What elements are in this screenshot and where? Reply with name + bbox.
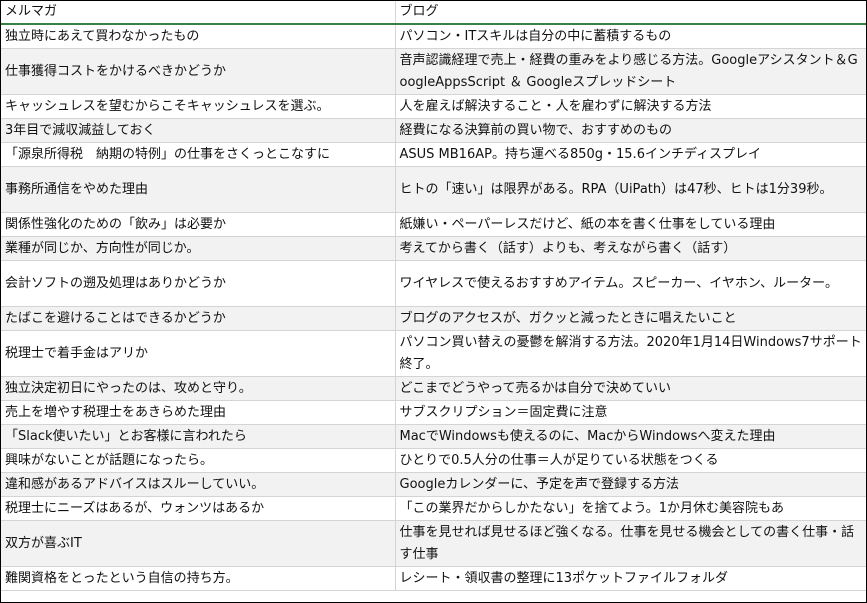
cell-mailmag[interactable]: 難関資格をとったという自信の持ち方。	[1, 566, 396, 591]
table-row: キャッシュレスを望むからこそキャッシュレスを選ぶ。 人を雇えば解決すること・人を…	[1, 94, 866, 119]
cell-blog[interactable]: 仕事を見せれば見せるほど強くなる。仕事を見せる機会としての書く仕事・話す仕事	[395, 520, 866, 567]
table-row: 事務所通信をやめた理由 ヒトの「速い」は限界がある。RPA（UiPath）は47…	[1, 166, 866, 213]
spreadsheet: メルマガ ブログ 独立時にあえて買わなかったもの パソコン・ITスキルは自分の中…	[0, 0, 867, 603]
cell-mailmag[interactable]: たばこを避けることはできるかどうか	[1, 306, 396, 331]
table-row: 3年目で減収減益しておく 経費になる決算前の買い物で、おすすめのもの	[1, 118, 866, 143]
cell-mailmag[interactable]: キャッシュレスを望むからこそキャッシュレスを選ぶ。	[1, 94, 396, 119]
cell-mailmag[interactable]: 独立時にあえて買わなかったもの	[1, 24, 396, 49]
cell-blog[interactable]: 「この業界だからしかたない」を捨てよう。1か月休む美容院もあ	[395, 496, 866, 521]
cell-mailmag[interactable]: 違和感があるアドバイスはスルーしていい。	[1, 472, 396, 497]
table-row: 売上を増やす税理士をあきらめた理由 サブスクリプション＝固定費に注意	[1, 400, 866, 425]
cell-blog[interactable]: ひとりで0.5人分の仕事＝人が足りている状態をつくる	[395, 448, 866, 473]
cell-blog[interactable]: ASUS MB16AP。持ち運べる850g・15.6インチディスプレイ	[395, 142, 866, 167]
cell-blog[interactable]: Googleカレンダーに、予定を声で登録する方法	[395, 472, 866, 497]
table-row: 関係性強化のための「飲み」は必要か 紙嫌い・ペーパーレスだけど、紙の本を書く仕事…	[1, 212, 866, 237]
cell-blog[interactable]: 音声認識経理で売上・経費の重みをより感じる方法。Googleアシスタント＆Goo…	[395, 48, 866, 95]
table-row: 「源泉所得税 納期の特例」の仕事をさくっとこなすに ASUS MB16AP。持ち…	[1, 142, 866, 167]
table-row: 違和感があるアドバイスはスルーしていい。 Googleカレンダーに、予定を声で登…	[1, 472, 866, 497]
cell-blog[interactable]: レシート・領収書の整理に13ポケットファイルフォルダ	[395, 566, 866, 591]
data-table: メルマガ ブログ 独立時にあえて買わなかったもの パソコン・ITスキルは自分の中…	[1, 1, 866, 591]
cell-blog[interactable]: パソコン買い替えの憂鬱を解消する方法。2020年1月14日Windows7サポー…	[395, 330, 866, 377]
cell-mailmag[interactable]: 関係性強化のための「飲み」は必要か	[1, 212, 396, 237]
cell-blog[interactable]: ワイヤレスで使えるおすすめアイテム。スピーカー、イヤホン、ルーター。	[395, 260, 866, 307]
cell-blog[interactable]: どこまでどうやって売るかは自分で決めていい	[395, 376, 866, 401]
cell-blog[interactable]: 経費になる決算前の買い物で、おすすめのもの	[395, 118, 866, 143]
table-row: 会計ソフトの遡及処理はありかどうか ワイヤレスで使えるおすすめアイテム。スピーカ…	[1, 260, 866, 307]
cell-mailmag[interactable]: 税理士で着手金はアリか	[1, 330, 396, 377]
table-row: 難関資格をとったという自信の持ち方。 レシート・領収書の整理に13ポケットファイ…	[1, 566, 866, 591]
cell-mailmag[interactable]: 仕事獲得コストをかけるべきかどうか	[1, 48, 396, 95]
cell-blog[interactable]: 人を雇えば解決すること・人を雇わずに解決する方法	[395, 94, 866, 119]
cell-blog[interactable]: 紙嫌い・ペーパーレスだけど、紙の本を書く仕事をしている理由	[395, 212, 866, 237]
cell-blog[interactable]: 考えてから書く（話す）よりも、考えながら書く（話す）	[395, 236, 866, 261]
cell-mailmag[interactable]: 業種が同じか、方向性が同じか。	[1, 236, 396, 261]
cell-mailmag[interactable]: 双方が喜ぶIT	[1, 520, 396, 567]
cell-mailmag[interactable]: 税理士にニーズはあるが、ウォンツはあるか	[1, 496, 396, 521]
cell-mailmag[interactable]: 独立決定初日にやったのは、攻めと守り。	[1, 376, 396, 401]
cell-blog[interactable]: ヒトの「速い」は限界がある。RPA（UiPath）は47秒、ヒトは1分39秒。	[395, 166, 866, 213]
cell-mailmag[interactable]: 「源泉所得税 納期の特例」の仕事をさくっとこなすに	[1, 142, 396, 167]
table-row: 業種が同じか、方向性が同じか。 考えてから書く（話す）よりも、考えながら書く（話…	[1, 236, 866, 261]
header-cell-mailmag[interactable]: メルマガ	[1, 1, 396, 25]
table-row: 税理士にニーズはあるが、ウォンツはあるか 「この業界だからしかたない」を捨てよう…	[1, 496, 866, 521]
cell-blog[interactable]: MacでWindowsも使えるのに、MacからWindowsへ変えた理由	[395, 424, 866, 449]
table-row: 税理士で着手金はアリか パソコン買い替えの憂鬱を解消する方法。2020年1月14…	[1, 330, 866, 377]
header-cell-blog[interactable]: ブログ	[395, 1, 866, 25]
cell-mailmag[interactable]: 興味がないことが話題になったら。	[1, 448, 396, 473]
table-row: 独立決定初日にやったのは、攻めと守り。 どこまでどうやって売るかは自分で決めてい…	[1, 376, 866, 401]
cell-mailmag[interactable]: 事務所通信をやめた理由	[1, 166, 396, 213]
cell-mailmag[interactable]: 会計ソフトの遡及処理はありかどうか	[1, 260, 396, 307]
table-row: 仕事獲得コストをかけるべきかどうか 音声認識経理で売上・経費の重みをより感じる方…	[1, 48, 866, 95]
cell-blog[interactable]: サブスクリプション＝固定費に注意	[395, 400, 866, 425]
table-row: 双方が喜ぶIT 仕事を見せれば見せるほど強くなる。仕事を見せる機会としての書く仕…	[1, 520, 866, 567]
table-row: 「Slack使いたい」とお客様に言われたら MacでWindowsも使えるのに、…	[1, 424, 866, 449]
cell-mailmag[interactable]: 3年目で減収減益しておく	[1, 118, 396, 143]
cell-mailmag[interactable]: 売上を増やす税理士をあきらめた理由	[1, 400, 396, 425]
table-row: たばこを避けることはできるかどうか ブログのアクセスが、ガクッと減ったときに唱え…	[1, 306, 866, 331]
cell-blog[interactable]: ブログのアクセスが、ガクッと減ったときに唱えたいこと	[395, 306, 866, 331]
cell-mailmag[interactable]: 「Slack使いたい」とお客様に言われたら	[1, 424, 396, 449]
cell-blog[interactable]: パソコン・ITスキルは自分の中に蓄積するもの	[395, 24, 866, 49]
table-row: 独立時にあえて買わなかったもの パソコン・ITスキルは自分の中に蓄積するもの	[1, 24, 866, 49]
table-row: 興味がないことが話題になったら。 ひとりで0.5人分の仕事＝人が足りている状態を…	[1, 448, 866, 473]
header-row: メルマガ ブログ	[1, 1, 866, 25]
